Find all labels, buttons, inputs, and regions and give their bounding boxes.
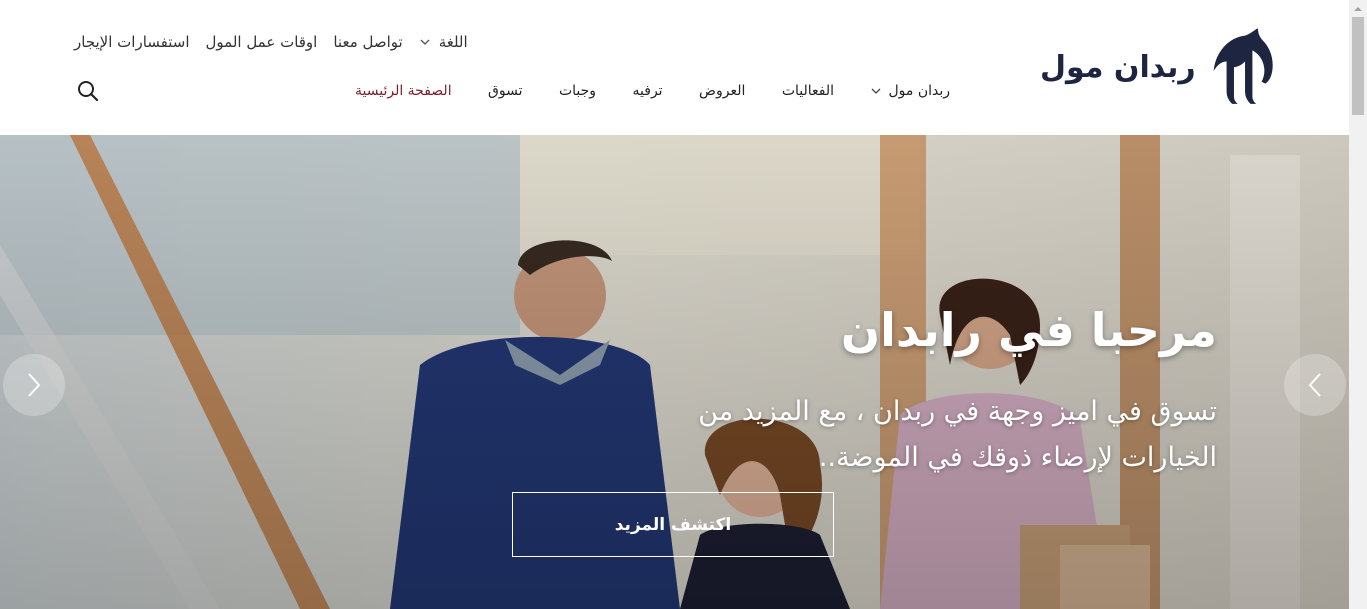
nav-item-entertainment[interactable]: ترفيه: [633, 83, 663, 99]
hero-title: مرحبا في رابدان: [840, 303, 1217, 357]
hero-subtitle: تسوق في اميز وجهة في ربدان ، مع المزيد م…: [698, 396, 1217, 473]
language-selector[interactable]: اللغة: [419, 33, 468, 51]
site-logo[interactable]: ربدان مول: [1040, 22, 1276, 112]
nav-item-events[interactable]: الفعاليات: [782, 83, 834, 99]
main-nav: الصفحة الرئيسية تسوق وجبات ترفيه العروض …: [355, 78, 950, 104]
chevron-down-icon: [872, 88, 881, 94]
search-icon[interactable]: [76, 79, 100, 103]
nav-item-rabdan-mall-label: ربدان مول: [888, 83, 950, 99]
language-label: اللغة: [438, 33, 468, 51]
nav-item-home[interactable]: الصفحة الرئيسية: [355, 83, 452, 99]
slider-prev-button[interactable]: [3, 354, 65, 416]
leasing-inquiries-link[interactable]: استفسارات الإيجار: [74, 33, 190, 51]
contact-link[interactable]: تواصل معنا: [333, 33, 402, 51]
scroll-up-icon[interactable]: [1353, 4, 1363, 14]
site-header: اللغة تواصل معنا اوقات عمل المول استفسار…: [0, 0, 1349, 135]
chevron-right-icon: [28, 373, 41, 397]
horse-logo-icon: [1213, 28, 1273, 104]
scrollbar-thumb[interactable]: [1352, 17, 1364, 115]
nav-item-rabdan-mall[interactable]: ربدان مول: [870, 83, 950, 99]
nav-item-dining[interactable]: وجبات: [559, 83, 596, 99]
logo-text: ربدان مول: [1040, 49, 1196, 85]
utility-bar: اللغة تواصل معنا اوقات عمل المول استفسار…: [74, 30, 468, 54]
chevron-down-icon: [420, 39, 430, 45]
hero-slider: مرحبا في رابدان تسوق في اميز وجهة في ربد…: [0, 135, 1349, 609]
discover-more-button[interactable]: اكتشف المزيد: [512, 492, 834, 557]
mall-hours-link[interactable]: اوقات عمل المول: [206, 33, 318, 51]
slider-next-button[interactable]: [1284, 354, 1346, 416]
nav-item-offers[interactable]: العروض: [699, 83, 745, 99]
nav-item-shopping[interactable]: تسوق: [488, 83, 522, 99]
page-scrollbar[interactable]: [1349, 0, 1367, 609]
chevron-left-icon: [1308, 373, 1321, 397]
page: اللغة تواصل معنا اوقات عمل المول استفسار…: [0, 0, 1349, 609]
